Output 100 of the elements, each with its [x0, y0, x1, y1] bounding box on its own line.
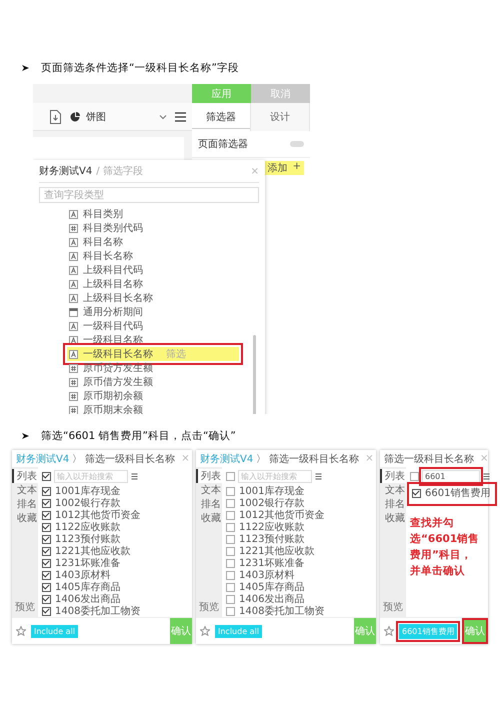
panel-title: 筛选一级科目长名称	[384, 452, 474, 466]
text-type-icon	[69, 252, 78, 260]
checkbox[interactable]	[42, 570, 51, 580]
breadcrumb-link[interactable]: 财务测试V4	[16, 452, 70, 466]
category-tab[interactable]: 列表	[380, 469, 406, 483]
option-label: 1405库存商品	[239, 580, 304, 594]
checkbox[interactable]	[226, 606, 235, 616]
breadcrumb-link[interactable]: 财务测试V4	[200, 452, 254, 466]
field-item[interactable]: 上级科目代码	[67, 263, 219, 277]
checkbox[interactable]	[226, 486, 235, 496]
option-label: 1002银行存款	[55, 497, 120, 510]
checkbox[interactable]	[226, 522, 235, 532]
list-icon	[483, 473, 490, 480]
option-label: 1403原材料	[55, 568, 110, 582]
category-tab[interactable]: 列表	[12, 469, 38, 483]
category-tab[interactable]: 列表	[196, 469, 222, 483]
select-all-checkbox[interactable]	[42, 472, 51, 481]
select-all-checkbox[interactable]	[226, 472, 235, 481]
checkbox[interactable]	[412, 488, 421, 498]
checkbox[interactable]	[42, 534, 51, 544]
field-item[interactable]: 原币贷方发生额	[67, 361, 219, 375]
search-field[interactable]: 查询字段类型	[39, 187, 259, 203]
checkbox[interactable]	[226, 570, 235, 580]
page-filter-label: 页面筛选器	[198, 138, 248, 151]
download-icon	[49, 110, 62, 124]
number-type-icon	[69, 364, 78, 372]
panel-title: 筛选一级科目长名称	[85, 452, 176, 466]
search-field[interactable]: 输入以开始搜索	[54, 470, 128, 483]
category-tab[interactable]: 文本	[380, 483, 406, 497]
value-chip: 6601销售费用	[399, 624, 458, 638]
chart-type-dropdown[interactable]: 饼图	[70, 110, 167, 124]
option-label: 1406发出商品	[239, 592, 304, 606]
text-type-icon	[69, 238, 78, 246]
checkbox[interactable]	[226, 594, 235, 604]
number-type-icon	[69, 378, 78, 386]
checkbox[interactable]	[42, 558, 51, 568]
option-label: 1123预付账款	[55, 532, 120, 546]
checkbox[interactable]	[42, 594, 51, 604]
category-tab[interactable]: 收藏	[196, 511, 222, 525]
checkbox[interactable]	[42, 486, 51, 496]
panel-tab[interactable]: 设计	[251, 103, 310, 131]
field-item[interactable]: 原币期初余额	[67, 389, 219, 403]
category-tab[interactable]: 收藏	[380, 511, 406, 525]
field-item[interactable]: 一级科目代码	[67, 319, 219, 333]
field-item[interactable]: 科目类别代码	[67, 221, 219, 235]
checkbox[interactable]	[226, 546, 235, 556]
category-tab[interactable]: 文本	[12, 483, 38, 497]
checkbox[interactable]	[42, 546, 51, 556]
list-icon	[131, 473, 138, 480]
field-item[interactable]: 上级科目长名称	[67, 291, 219, 305]
text-type-icon	[69, 266, 78, 274]
checkbox[interactable]	[226, 582, 235, 592]
panel-tab[interactable]: 筛选器	[192, 103, 251, 131]
field-item[interactable]: 上级科目名称	[67, 277, 219, 291]
option-label: 1122应收账款	[239, 520, 304, 534]
preview-link[interactable]: 预览	[12, 600, 38, 617]
checkbox[interactable]	[42, 582, 51, 592]
bullet-icon	[22, 64, 29, 72]
category-tab[interactable]: 文本	[196, 483, 222, 497]
field-item[interactable]: 科目名称	[67, 235, 219, 249]
checkbox[interactable]	[226, 534, 235, 544]
checkbox[interactable]	[226, 510, 235, 520]
category-tab[interactable]: 排名	[380, 497, 406, 511]
checkbox[interactable]	[42, 606, 51, 616]
search-field[interactable]: 6601	[422, 470, 480, 483]
category-tab[interactable]: 排名	[12, 497, 38, 511]
step-heading: 筛选“6601 销售费用”科目，点击“确认”	[41, 429, 236, 443]
category-tab[interactable]: 排名	[196, 497, 222, 511]
option-label: 1221其他应收款	[239, 544, 314, 558]
toggle-switch[interactable]	[290, 141, 304, 147]
category-tab[interactable]: 收藏	[12, 511, 38, 525]
checkbox[interactable]	[226, 558, 235, 568]
text-type-icon	[69, 350, 78, 358]
panel-title: 筛选一级科目长名称	[269, 452, 360, 466]
field-item[interactable]: 科目长名称	[67, 249, 219, 263]
field-item[interactable]: 一级科目长名称 筛选	[67, 347, 239, 361]
field-item[interactable]: 通用分析期间	[67, 305, 219, 319]
add-button[interactable]: 添加 +	[264, 161, 304, 175]
star-icon	[16, 626, 26, 636]
search-field[interactable]: 输入以开始搜索	[238, 470, 312, 483]
option-label: 1221其他应收款	[55, 544, 130, 558]
preview-link[interactable]: 预览	[196, 600, 222, 617]
checkbox[interactable]	[42, 522, 51, 532]
preview-link[interactable]: 预览	[380, 600, 406, 617]
value-chip: Include all	[31, 624, 78, 638]
filter-tag: 筛选	[166, 347, 186, 361]
scrollbar[interactable]	[253, 335, 256, 414]
option-label: 1231坏账准备	[55, 556, 120, 570]
option-label: 1012其他货币资金	[55, 508, 140, 522]
field-item[interactable]: 原币借方发生额	[67, 375, 219, 389]
select-all-checkbox[interactable]	[410, 472, 419, 481]
option-label: 1406发出商品	[55, 592, 120, 606]
checkbox[interactable]	[226, 498, 235, 508]
text-type-icon	[69, 280, 78, 288]
checkbox[interactable]	[42, 510, 51, 520]
text-type-icon	[69, 294, 78, 302]
field-item[interactable]: 科目类别	[67, 207, 219, 221]
checkbox[interactable]	[42, 498, 51, 508]
option-label: 1403原材料	[239, 568, 294, 582]
option-label: 1001库存现金	[239, 484, 304, 498]
